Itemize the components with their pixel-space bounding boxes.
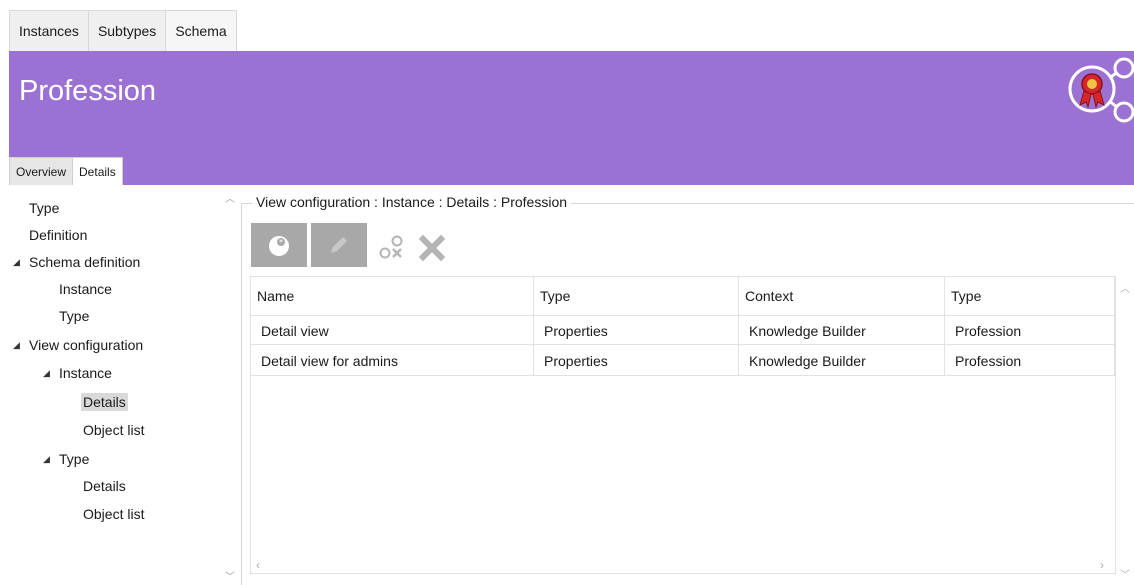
table-cell: Properties [534, 346, 739, 376]
tree-item-view-type[interactable]: ◢ Type [43, 446, 89, 472]
svg-text:*: * [279, 238, 283, 247]
edit-button[interactable] [311, 223, 367, 267]
sub-tab-bar: Overview Details [9, 157, 123, 185]
column-header-type-2[interactable]: Type [945, 277, 1115, 315]
tree-item-type-details[interactable]: Details [83, 473, 126, 499]
column-header-context[interactable]: Context [739, 277, 945, 315]
pencil-icon [331, 237, 347, 253]
table-cell: Knowledge Builder [739, 346, 945, 376]
table-cell: Profession [945, 346, 1115, 376]
unlink-icon[interactable] [378, 234, 406, 262]
tree-item-view-configuration[interactable]: ◢ View configuration [13, 332, 143, 358]
award-ribbon-network-icon [1068, 57, 1134, 123]
column-header-name[interactable]: Name [251, 277, 534, 315]
tree-item-schema-definition[interactable]: ◢ Schema definition [13, 249, 140, 275]
tree-item-view-instance[interactable]: ◢ Instance [43, 360, 112, 386]
tree-item-instance-details[interactable]: Details [81, 389, 128, 415]
table-row[interactable]: Detail view Properties Knowledge Builder… [251, 315, 1116, 346]
column-header-type[interactable]: Type [534, 277, 739, 315]
tree-item-schema-instance[interactable]: Instance [59, 276, 112, 302]
table-cell: Knowledge Builder [739, 316, 945, 346]
tree-item-schema-type[interactable]: Type [59, 303, 89, 329]
tree-item-type[interactable]: Type [29, 195, 59, 221]
tree-item-type-object-list[interactable]: Object list [83, 501, 144, 527]
new-icon: * [269, 236, 289, 256]
tab-subtypes[interactable]: Subtypes [87, 10, 167, 51]
expanded-arrow-icon[interactable]: ◢ [13, 340, 29, 351]
tree-scroll-down-icon[interactable]: ﹀ [225, 568, 235, 583]
table-row[interactable]: Detail view for admins Properties Knowle… [251, 346, 1116, 376]
schema-tree: Type Definition ◢ Schema definition Insta… [9, 192, 234, 585]
new-button[interactable]: * [251, 223, 307, 267]
view-configuration-table: Name Type Context Type Detail view Prope… [250, 276, 1116, 574]
tab-overview[interactable]: Overview [9, 157, 74, 185]
tab-instances[interactable]: Instances [9, 10, 89, 51]
table-scroll-down-icon[interactable]: ﹀ [1120, 566, 1130, 581]
table-cell: Properties [534, 316, 739, 346]
expanded-arrow-icon[interactable]: ◢ [13, 257, 29, 268]
type-header: Profession Overview Details [9, 51, 1134, 185]
table-scroll-left-icon[interactable]: ‹ [256, 558, 260, 572]
table-scroll-up-icon[interactable]: ︿ [1120, 280, 1130, 295]
group-title: View configuration : Instance : Details … [252, 194, 572, 210]
table-scroll-right-icon[interactable]: › [1100, 558, 1104, 572]
tab-schema[interactable]: Schema [165, 10, 237, 51]
expanded-arrow-icon[interactable]: ◢ [43, 368, 59, 379]
tab-details[interactable]: Details [72, 157, 123, 185]
tree-item-instance-object-list[interactable]: Object list [83, 417, 144, 443]
table-cell: Detail view for admins [251, 346, 534, 376]
table-cell: Detail view [251, 316, 534, 346]
delete-x-icon[interactable] [418, 234, 446, 262]
table-header: Name Type Context Type [251, 277, 1116, 315]
page-title: Profession [19, 75, 157, 107]
expanded-arrow-icon[interactable]: ◢ [43, 454, 59, 465]
top-tab-bar: Instances Subtypes Schema [9, 10, 237, 51]
tree-item-definition[interactable]: Definition [29, 222, 87, 248]
table-cell: Profession [945, 316, 1115, 346]
tree-scroll-up-icon[interactable]: ︿ [225, 190, 235, 205]
